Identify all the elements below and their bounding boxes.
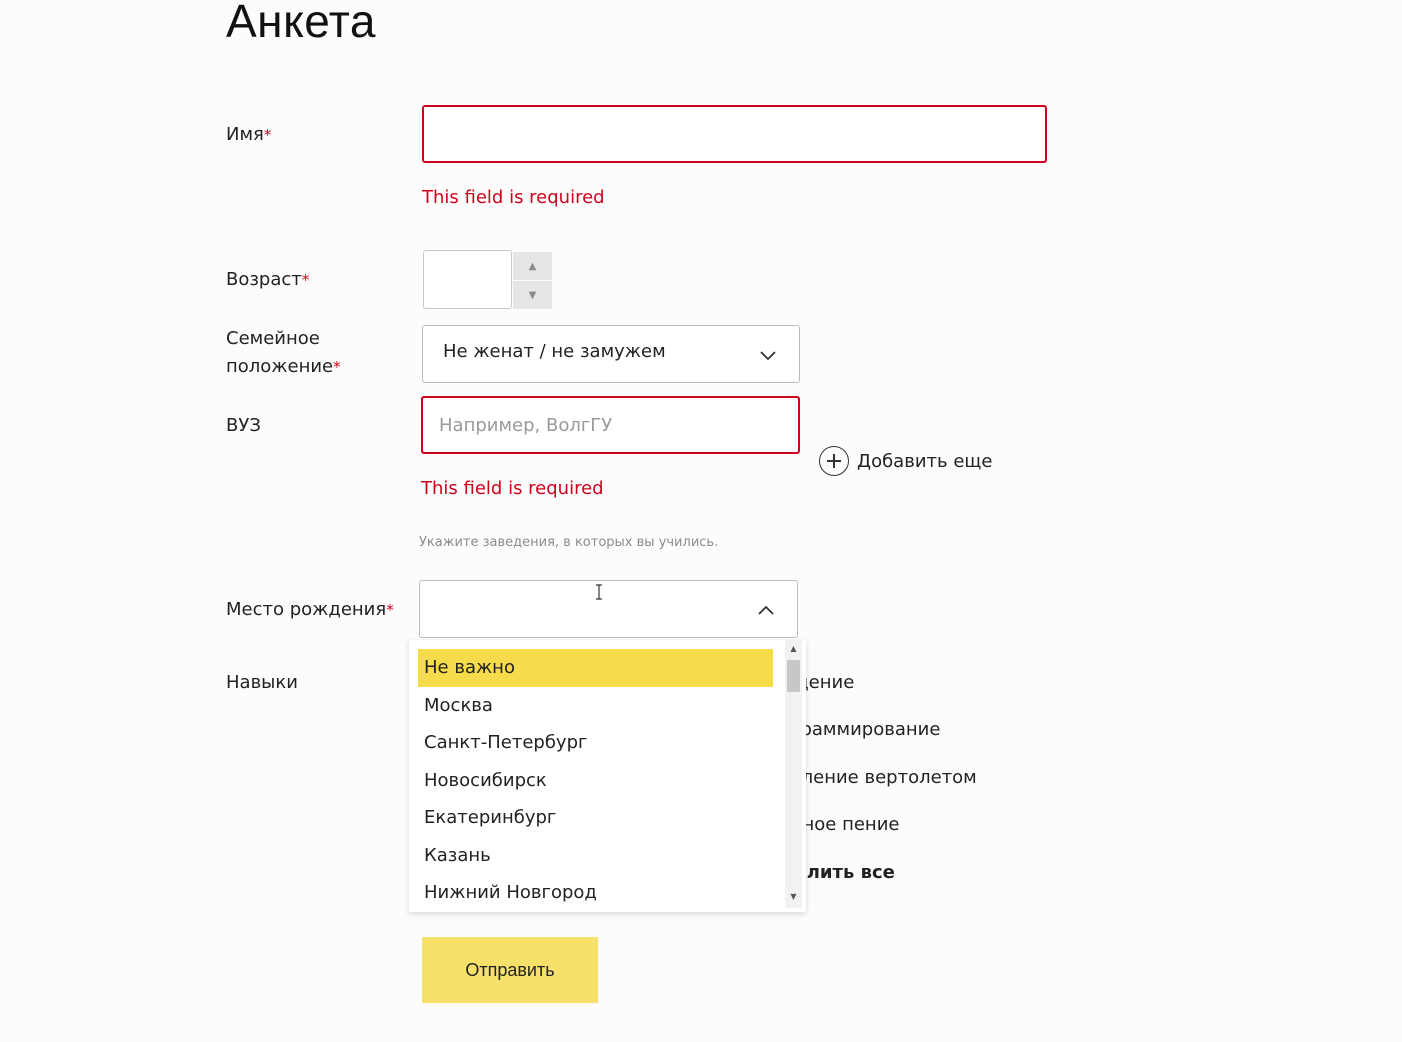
dropdown-option[interactable]: Санкт-Петербург	[418, 724, 773, 762]
chevron-up-icon	[758, 605, 774, 615]
name-label: Имя*	[226, 124, 272, 145]
add-more-button[interactable]: Добавить еще	[819, 446, 992, 476]
name-input[interactable]	[422, 105, 1047, 163]
university-input[interactable]	[421, 396, 800, 454]
dropdown-option[interactable]: Не важно	[418, 649, 773, 687]
chevron-down-icon	[760, 351, 776, 361]
birthplace-label: Место рождения*	[226, 599, 394, 620]
age-increment-button[interactable]: ▲	[513, 252, 552, 280]
age-label: Возраст*	[226, 269, 310, 290]
page-title: Анкета	[226, 0, 376, 47]
birthplace-dropdown-list[interactable]: Не важно Москва Санкт-Петербург Новосиби…	[409, 640, 806, 912]
dropdown-option[interactable]: Екатеринбург	[418, 799, 773, 837]
marital-label: Семейное положение*	[226, 328, 341, 377]
university-label: ВУЗ	[226, 415, 261, 436]
dropdown-option[interactable]: Москва	[418, 687, 773, 725]
triangle-down-icon: ▼	[528, 289, 537, 301]
triangle-up-icon: ▲	[528, 260, 537, 272]
skill-option[interactable]: авление вертолетом	[780, 767, 977, 788]
scroll-up-icon[interactable]: ▲	[787, 642, 800, 656]
marital-select[interactable]: Не женат / не замужем	[422, 325, 800, 383]
age-decrement-button[interactable]: ▼	[513, 281, 552, 309]
submit-button[interactable]: Отправить	[422, 937, 598, 1003]
skills-label: Навыки	[226, 672, 298, 693]
dropdown-scrollbar[interactable]: ▲ ▼	[785, 640, 802, 908]
add-more-label: Добавить еще	[857, 450, 993, 472]
dropdown-option[interactable]: Новосибирск	[418, 762, 773, 800]
dropdown-option[interactable]: Нижний Новгород	[418, 874, 773, 912]
university-error: This field is required	[421, 478, 604, 499]
plus-circle-icon	[819, 446, 849, 476]
dropdown-option[interactable]: Казань	[418, 837, 773, 875]
text-cursor-icon	[596, 584, 602, 600]
scroll-down-icon[interactable]: ▼	[787, 890, 800, 904]
university-hint: Укажите заведения, в которых вы учились.	[419, 535, 719, 550]
name-error: This field is required	[422, 187, 605, 208]
scrollbar-thumb[interactable]	[787, 660, 800, 692]
birthplace-select[interactable]	[419, 580, 798, 638]
age-input[interactable]	[423, 250, 512, 309]
marital-value: Не женат / не замужем	[443, 341, 666, 362]
